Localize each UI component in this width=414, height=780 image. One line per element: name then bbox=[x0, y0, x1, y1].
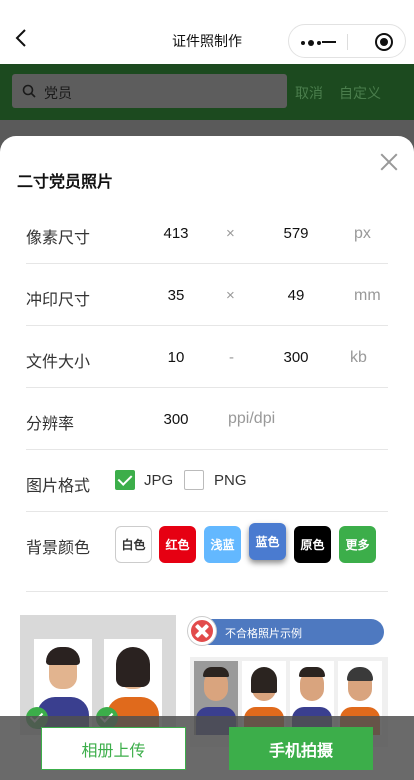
cross-icon bbox=[188, 617, 216, 645]
bad-example-banner: 不合格照片示例 bbox=[189, 619, 384, 645]
bg-lightblue-button[interactable]: 浅蓝 bbox=[204, 526, 241, 563]
resolution-unit: ppi/dpi bbox=[228, 410, 276, 427]
bg-original-button[interactable]: 原色 bbox=[294, 526, 331, 563]
times-sign: × bbox=[226, 287, 235, 304]
search-query: 党员 bbox=[44, 85, 72, 101]
custom-link[interactable]: 自定义 bbox=[339, 83, 381, 103]
bottom-action-bar: 相册上传 手机拍摄 bbox=[0, 716, 414, 780]
pixel-size-row: 像素尺寸 413 × 579 px bbox=[26, 202, 388, 264]
background-row: 背景颜色 白色 红色 浅蓝 蓝色 原色 更多 bbox=[26, 512, 388, 592]
print-size-row: 冲印尺寸 35 × 49 mm bbox=[26, 264, 388, 326]
minimize-icon[interactable] bbox=[322, 41, 336, 43]
mini-program-capsule bbox=[288, 24, 406, 58]
bg-more-button[interactable]: 更多 bbox=[339, 526, 376, 563]
more-icon[interactable] bbox=[301, 40, 321, 46]
search-icon bbox=[22, 84, 36, 98]
print-width-value: 35 bbox=[167, 287, 185, 304]
pixel-size-label: 像素尺寸 bbox=[26, 230, 91, 247]
jpg-checkbox[interactable] bbox=[115, 470, 135, 490]
file-size-min: 10 bbox=[167, 349, 185, 366]
png-label[interactable]: PNG bbox=[214, 472, 247, 489]
times-sign: × bbox=[226, 225, 235, 242]
resolution-value: 300 bbox=[163, 411, 189, 428]
print-size-label: 冲印尺寸 bbox=[26, 292, 91, 309]
format-row: 图片格式 JPG PNG bbox=[26, 450, 388, 512]
print-height-value: 49 bbox=[287, 287, 305, 304]
file-size-max: 300 bbox=[283, 349, 309, 366]
search-input[interactable]: 党员 bbox=[12, 74, 287, 108]
modal-title: 二寸党员照片 bbox=[17, 174, 114, 191]
spec-modal: 二寸党员照片 像素尺寸 413 × 579 px 冲印尺寸 35 × 49 mm… bbox=[0, 136, 414, 780]
format-label: 图片格式 bbox=[26, 478, 91, 495]
top-nav: 证件照制作 bbox=[0, 0, 414, 64]
pixel-height-value: 579 bbox=[283, 225, 309, 242]
bg-blue-button[interactable]: 蓝色 bbox=[249, 523, 286, 560]
file-size-unit: kb bbox=[350, 349, 367, 366]
resolution-row: 分辨率 300 ppi/dpi bbox=[26, 388, 388, 450]
file-size-label: 文件大小 bbox=[26, 354, 91, 371]
bad-example-label: 不合格照片示例 bbox=[225, 628, 302, 640]
cancel-link[interactable]: 取消 bbox=[295, 83, 323, 103]
range-dash: - bbox=[229, 349, 234, 366]
close-program-icon[interactable] bbox=[375, 33, 393, 51]
take-photo-button[interactable]: 手机拍摄 bbox=[229, 727, 373, 770]
bg-white-button[interactable]: 白色 bbox=[115, 526, 152, 563]
close-icon[interactable] bbox=[380, 153, 398, 171]
resolution-label: 分辨率 bbox=[26, 416, 75, 433]
file-size-row: 文件大小 10 - 300 kb bbox=[26, 326, 388, 388]
pixel-width-value: 413 bbox=[163, 225, 189, 242]
search-bar: 党员 取消 自定义 bbox=[0, 64, 414, 120]
album-upload-button[interactable]: 相册上传 bbox=[41, 727, 186, 770]
bg-red-button[interactable]: 红色 bbox=[159, 526, 196, 563]
background-label: 背景颜色 bbox=[26, 540, 91, 557]
pixel-unit: px bbox=[354, 225, 371, 242]
jpg-label[interactable]: JPG bbox=[144, 472, 173, 489]
print-unit: mm bbox=[354, 287, 381, 304]
png-checkbox[interactable] bbox=[184, 470, 204, 490]
